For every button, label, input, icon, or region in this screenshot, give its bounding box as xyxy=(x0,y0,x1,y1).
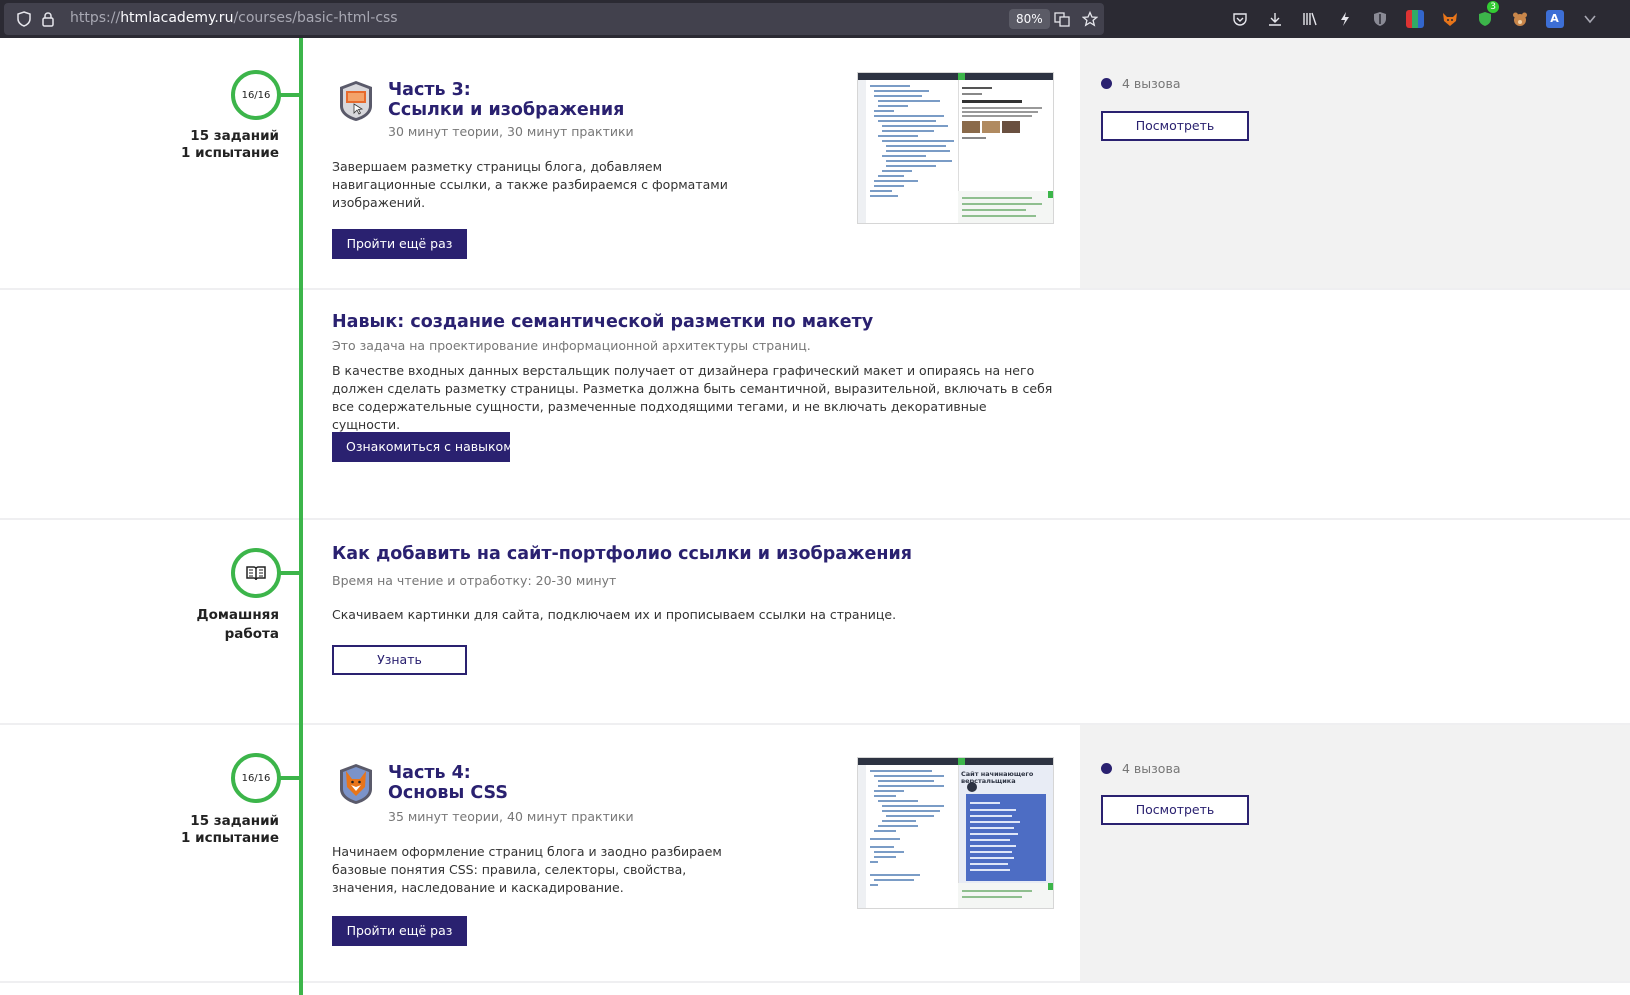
task-count: 15 заданий xyxy=(190,128,279,144)
translate-page-icon[interactable] xyxy=(1054,11,1070,27)
pocket-icon[interactable] xyxy=(1222,7,1257,31)
learn-skill-button[interactable]: Ознакомиться с навыком xyxy=(332,432,513,462)
code-editor-preview xyxy=(858,73,1053,223)
progress-node: 16/16 xyxy=(231,70,281,120)
retake-button[interactable]: Пройти ещё раз xyxy=(332,229,467,259)
trial-count: 1 испытание xyxy=(181,830,279,846)
learn-more-button[interactable]: Узнать xyxy=(332,645,467,675)
module-title-line-2: Основы CSS xyxy=(388,783,508,803)
homework-node xyxy=(231,548,281,598)
course-program: 16/16 15 заданий 1 испытание Часть 3: Сс… xyxy=(0,38,1630,995)
module-part-3: 16/16 15 заданий 1 испытание Часть 3: Сс… xyxy=(0,38,1630,290)
book-icon xyxy=(246,566,266,581)
homework-block: Домашняя работа Как добавить на сайт-пор… xyxy=(0,520,1630,725)
view-challenges-button[interactable]: Посмотреть xyxy=(1101,795,1249,825)
url-host: htmlacademy.ru xyxy=(120,10,234,26)
module-preview-screenshot[interactable]: Сайт начинающего верстальщика xyxy=(857,757,1054,909)
zoom-indicator[interactable]: 80% xyxy=(1009,9,1050,29)
skill-title[interactable]: Навык: создание семантической разметки п… xyxy=(332,312,873,332)
progress-count: 16/16 xyxy=(241,89,271,101)
program-timeline xyxy=(299,38,303,995)
skill-subtitle: Это задача на проектирование информацион… xyxy=(332,338,811,353)
module-title[interactable]: Часть 4: Основы CSS xyxy=(388,763,508,803)
module-duration: 30 минут теории, 30 минут практики xyxy=(388,124,634,139)
lightning-icon[interactable] xyxy=(1327,7,1362,31)
bear-icon[interactable] xyxy=(1502,7,1537,31)
library-icon[interactable] xyxy=(1292,7,1327,31)
module-duration: 35 минут теории, 40 минут практики xyxy=(388,809,634,824)
challenges-info: 4 вызова xyxy=(1101,76,1180,91)
fox-icon[interactable] xyxy=(1432,7,1467,31)
module-badge-icon xyxy=(340,764,372,804)
address-bar[interactable]: https://htmlacademy.ru/courses/basic-htm… xyxy=(4,3,1104,35)
skill-block: Навык: создание семантической разметки п… xyxy=(0,290,1630,520)
download-icon[interactable] xyxy=(1257,7,1292,31)
module-title-line-1: Часть 4: xyxy=(388,763,471,783)
toolbar-icons: 3 A xyxy=(1222,1,1607,31)
bookmark-star-icon[interactable] xyxy=(1082,11,1098,27)
extension-green-icon[interactable]: 3 xyxy=(1467,1,1502,31)
progress-node: 16/16 xyxy=(231,753,281,803)
preview-heading: Сайт начинающего верстальщика xyxy=(961,770,1034,785)
module-description: Начинаем оформление страниц блога и заод… xyxy=(332,844,722,895)
lock-icon[interactable] xyxy=(40,11,56,27)
module-description: Завершаем разметку страницы блога, добав… xyxy=(332,159,728,210)
challenges-dot-icon xyxy=(1101,763,1112,774)
trial-count: 1 испытание xyxy=(181,145,279,161)
view-challenges-button[interactable]: Посмотреть xyxy=(1101,111,1249,141)
task-count: 15 заданий xyxy=(190,813,279,829)
progress-count: 16/16 xyxy=(241,772,271,784)
module-part-4: 16/16 15 заданий 1 испытание Часть 4: Ос… xyxy=(0,725,1630,983)
module-preview-screenshot[interactable] xyxy=(857,72,1054,224)
url-path: /courses/basic-html-css xyxy=(233,10,398,26)
chevron-down-icon[interactable] xyxy=(1572,7,1607,31)
extension-badge: 3 xyxy=(1487,1,1499,13)
skill-description: В качестве входных данных верстальщик по… xyxy=(332,363,1053,432)
challenges-count: 4 вызова xyxy=(1122,76,1181,91)
translate-icon[interactable]: A xyxy=(1537,7,1572,31)
module-title-line-1: Часть 3: xyxy=(388,80,471,100)
module-meta: 15 заданий 1 испытание xyxy=(181,128,279,162)
tabs-grid-icon[interactable] xyxy=(1397,7,1432,31)
homework-subtitle: Время на чтение и отработку: 20-30 минут xyxy=(332,573,617,588)
shield-icon[interactable] xyxy=(16,11,32,27)
homework-label: Домашняя работа xyxy=(197,606,279,644)
challenges-info: 4 вызова xyxy=(1101,761,1180,776)
module-meta: 15 заданий 1 испытание xyxy=(181,813,279,847)
url-scheme: https:// xyxy=(70,10,121,26)
homework-description: Скачиваем картинки для сайта, подключаем… xyxy=(332,607,897,622)
url-text[interactable]: https://htmlacademy.ru/courses/basic-htm… xyxy=(70,10,398,26)
challenges-dot-icon xyxy=(1101,78,1112,89)
homework-title[interactable]: Как добавить на сайт-портфолио ссылки и … xyxy=(332,544,912,564)
module-title-line-2: Ссылки и изображения xyxy=(388,100,625,120)
homework-label-line-1: Домашняя xyxy=(196,607,279,623)
challenges-count: 4 вызова xyxy=(1122,761,1181,776)
shield-extension-icon[interactable] xyxy=(1362,7,1397,31)
retake-button[interactable]: Пройти ещё раз xyxy=(332,916,467,946)
module-badge-icon xyxy=(340,81,372,121)
homework-label-line-2: работа xyxy=(224,626,279,642)
browser-toolbar: https://htmlacademy.ru/courses/basic-htm… xyxy=(0,0,1630,38)
module-title[interactable]: Часть 3: Ссылки и изображения xyxy=(388,80,624,120)
